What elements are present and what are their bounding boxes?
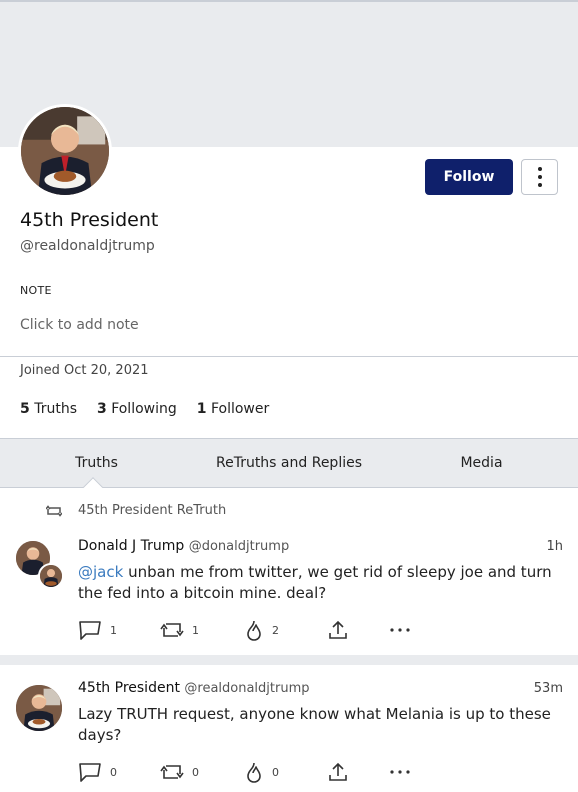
post-actions: 1 1 2 xyxy=(78,619,418,641)
truths-count-link[interactable]: 5 Truths xyxy=(20,401,77,417)
divider xyxy=(0,356,578,357)
post-author-avatar[interactable] xyxy=(14,683,64,733)
reply-icon xyxy=(79,621,101,640)
following-label: Following xyxy=(111,401,177,417)
post-actions: 0 0 0 xyxy=(78,761,418,783)
post-text: Lazy TRUTH request, anyone know what Mel… xyxy=(78,705,551,744)
truths-count: 5 xyxy=(20,401,30,417)
share-icon xyxy=(329,620,347,639)
post-author-name: Donald J Trump xyxy=(78,538,185,554)
follow-button[interactable]: Follow xyxy=(425,159,513,195)
profile-avatar[interactable] xyxy=(18,104,112,198)
more-options-button[interactable] xyxy=(521,159,558,195)
retruth-count: 1 xyxy=(192,623,199,637)
retruth-button[interactable]: 0 xyxy=(160,762,244,782)
profile-tabs: Truths ReTruths and Replies Media xyxy=(0,438,578,488)
profile-display-name: 45th President xyxy=(20,209,159,231)
post-body: unban me from twitter, we get rid of sle… xyxy=(78,563,552,602)
retruth-label: 45th President ReTruth xyxy=(78,503,227,518)
retruth-icon xyxy=(160,765,184,779)
post-timestamp[interactable]: 1h xyxy=(546,539,563,554)
followers-count: 1 xyxy=(196,401,207,417)
retruth-icon xyxy=(160,623,184,637)
note-input[interactable]: Click to add note xyxy=(20,317,139,333)
truths-label: Truths xyxy=(34,401,77,417)
more-horizontal-icon xyxy=(390,770,410,774)
post-more-button[interactable] xyxy=(390,770,418,774)
following-count-link[interactable]: 3 Following xyxy=(97,401,177,417)
tab-media[interactable]: Media xyxy=(385,439,578,487)
like-count: 0 xyxy=(272,765,279,779)
post-timestamp[interactable]: 53m xyxy=(534,681,563,696)
like-icon xyxy=(247,620,261,641)
post-author-name: 45th President xyxy=(78,680,180,696)
reply-count: 1 xyxy=(110,623,117,637)
retruth-indicator: 45th President ReTruth xyxy=(46,503,226,518)
more-horizontal-icon xyxy=(390,628,410,632)
like-button[interactable]: 2 xyxy=(244,619,328,641)
profile-stats: 5 Truths 3 Following 1 Follower xyxy=(20,401,289,417)
share-button[interactable] xyxy=(328,762,390,782)
reply-icon xyxy=(79,763,101,782)
tab-retruths-and-replies[interactable]: ReTruths and Replies xyxy=(193,439,385,487)
mention-link[interactable]: @jack xyxy=(78,563,123,581)
post-author[interactable]: Donald J Trump @donaldjtrump xyxy=(78,538,289,554)
post-author[interactable]: 45th President @realdonaldjtrump xyxy=(78,680,310,696)
post-author-handle: @realdonaldjtrump xyxy=(184,681,310,696)
following-count: 3 xyxy=(96,401,107,417)
retruth-count: 0 xyxy=(192,765,199,779)
joined-date: Joined Oct 20, 2021 xyxy=(20,363,149,378)
share-button[interactable] xyxy=(328,620,390,640)
retruther-avatar[interactable] xyxy=(38,563,64,589)
more-vertical-icon xyxy=(537,167,542,187)
retruth-button[interactable]: 1 xyxy=(160,620,244,640)
post-separator xyxy=(0,655,578,665)
like-count: 2 xyxy=(272,623,279,637)
post-text: @jack unban me from twitter, we get rid … xyxy=(78,562,558,604)
reply-button[interactable]: 0 xyxy=(78,762,160,782)
like-icon xyxy=(247,762,261,783)
note-label: NOTE xyxy=(20,284,52,297)
followers-count-link[interactable]: 1 Follower xyxy=(197,401,270,417)
reply-count: 0 xyxy=(110,765,117,779)
retruth-icon xyxy=(46,504,62,517)
followers-label: Follower xyxy=(210,401,270,417)
profile-handle: @realdonaldjtrump xyxy=(20,238,155,254)
post-more-button[interactable] xyxy=(390,628,418,632)
post-author-handle: @donaldjtrump xyxy=(188,539,290,554)
like-button[interactable]: 0 xyxy=(244,761,328,783)
reply-button[interactable]: 1 xyxy=(78,620,160,640)
share-icon xyxy=(329,762,347,781)
